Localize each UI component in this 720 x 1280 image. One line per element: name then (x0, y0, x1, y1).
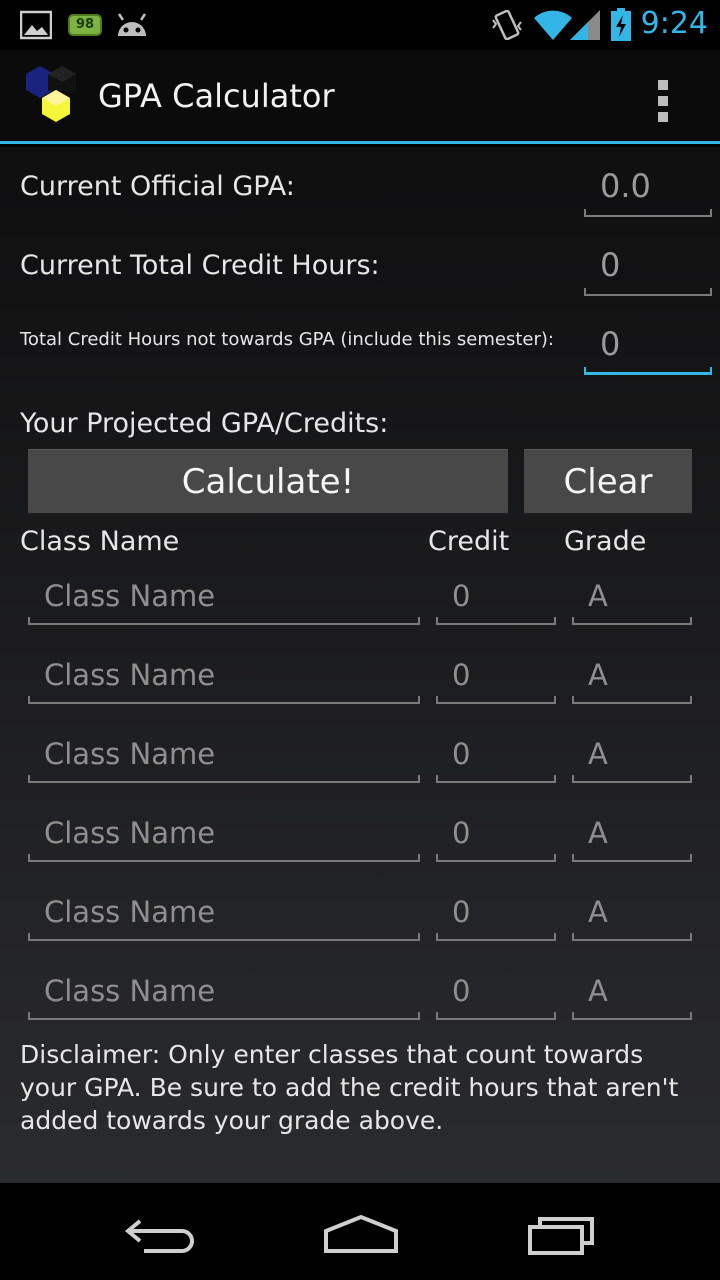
grade-placeholder: A (588, 895, 608, 929)
calculate-button[interactable]: Calculate! (28, 449, 508, 513)
class-name-input[interactable]: Class Name (28, 727, 420, 783)
grade-placeholder: A (588, 579, 608, 613)
credit-placeholder: 0 (452, 579, 471, 613)
content-area: Current Official GPA: 0.0 Current Total … (0, 147, 720, 1183)
credit-header: Credit (428, 526, 510, 557)
disclaimer-line: your GPA. Be sure to add the credit hour… (20, 1073, 679, 1102)
disclaimer-line: Disclaimer: Only enter classes that coun… (20, 1040, 644, 1069)
credit-placeholder: 0 (452, 816, 471, 850)
credit-placeholder: 0 (452, 737, 471, 771)
credit-input[interactable]: 0 (436, 648, 556, 704)
class-name-placeholder: Class Name (44, 579, 216, 613)
projected-label: Your Projected GPA/Credits: (20, 408, 389, 439)
recent-apps-icon[interactable] (518, 1203, 608, 1259)
navigation-bar (0, 1183, 720, 1280)
grade-input[interactable]: A (572, 964, 692, 1020)
grade-placeholder: A (588, 816, 608, 850)
credit-placeholder: 0 (452, 895, 471, 929)
status-time: 9:24 (640, 6, 708, 41)
app-title: GPA Calculator (98, 77, 335, 115)
app-logo-icon (26, 66, 76, 122)
grade-input[interactable]: A (572, 885, 692, 941)
class-name-input[interactable]: Class Name (28, 964, 420, 1020)
gallery-icon (20, 10, 52, 40)
class-name-header: Class Name (20, 526, 180, 557)
credit-input[interactable]: 0 (436, 727, 556, 783)
credit-input[interactable]: 0 (436, 806, 556, 862)
class-name-input[interactable]: Class Name (28, 885, 420, 941)
official-gpa-value: 0.0 (600, 167, 651, 205)
grade-input[interactable]: A (572, 727, 692, 783)
disclaimer-line: added towards your grade above. (20, 1106, 444, 1135)
status-bar: 98 9:24 (0, 0, 720, 50)
credit-input[interactable]: 0 (436, 569, 556, 625)
grade-header: Grade (564, 526, 647, 557)
class-name-placeholder: Class Name (44, 816, 216, 850)
non-gpa-credits-value: 0 (600, 325, 621, 363)
battery-charging-icon (611, 8, 631, 41)
home-icon[interactable] (316, 1203, 406, 1259)
grade-input[interactable]: A (572, 569, 692, 625)
class-name-placeholder: Class Name (44, 737, 216, 771)
non-gpa-credits-field[interactable]: 0 (584, 319, 712, 375)
grade-input[interactable]: A (572, 648, 692, 704)
official-gpa-field[interactable]: 0.0 (584, 161, 712, 217)
total-credits-field[interactable]: 0 (584, 240, 712, 296)
total-credits-label: Current Total Credit Hours: (20, 250, 380, 281)
signal-icon (570, 10, 600, 40)
grade-placeholder: A (588, 658, 608, 692)
class-name-input[interactable]: Class Name (28, 806, 420, 862)
class-name-placeholder: Class Name (44, 974, 216, 1008)
credit-placeholder: 0 (452, 974, 471, 1008)
non-gpa-credits-label: Total Credit Hours not towards GPA (incl… (20, 329, 554, 350)
android-icon (117, 13, 147, 36)
official-gpa-label: Current Official GPA: (20, 171, 295, 202)
total-credits-value: 0 (600, 246, 621, 284)
action-bar: GPA Calculator (0, 50, 720, 144)
grade-placeholder: A (588, 737, 608, 771)
grade-placeholder: A (588, 974, 608, 1008)
credit-input[interactable]: 0 (436, 964, 556, 1020)
disclaimer: Disclaimer: Only enter classes that coun… (20, 1038, 678, 1137)
battery-badge-icon: 98 (68, 14, 102, 36)
credit-input[interactable]: 0 (436, 885, 556, 941)
grade-input[interactable]: A (572, 806, 692, 862)
clear-button[interactable]: Clear (524, 449, 692, 513)
overflow-menu-icon[interactable] (640, 70, 688, 126)
class-name-placeholder: Class Name (44, 895, 216, 929)
class-name-placeholder: Class Name (44, 658, 216, 692)
vibrate-icon (492, 10, 522, 40)
class-name-input[interactable]: Class Name (28, 569, 420, 625)
credit-placeholder: 0 (452, 658, 471, 692)
back-icon[interactable] (116, 1203, 206, 1259)
class-name-input[interactable]: Class Name (28, 648, 420, 704)
